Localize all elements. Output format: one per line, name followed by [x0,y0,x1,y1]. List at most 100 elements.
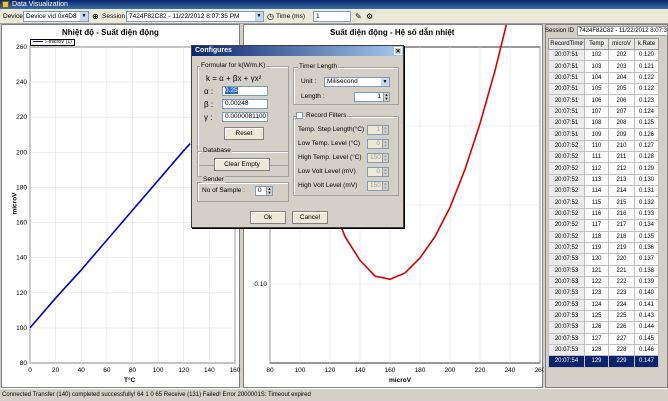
table-cell: 20:07:53 [548,264,585,277]
time-label: Time (ms) [276,13,306,20]
settings-icon[interactable]: ⚙ [366,11,373,22]
table-row[interactable]: 20:07:51 108 208 0.125 [548,117,659,130]
high-temp-value: 150 [370,154,381,161]
low-temp-label: Low Temp. Level (°C) [298,140,361,147]
edit-icon[interactable]: ✎ [355,11,362,22]
table-cell: 213 [608,173,635,187]
chevron-down-icon[interactable]: ▼ [381,78,389,86]
step-input[interactable]: 1 ▲ ▼ [367,125,389,135]
table-row[interactable]: 20:07:53 125 225 0.143 [548,309,659,323]
table-cell: 105 [584,83,609,96]
x-tick-label: 220 [475,367,486,374]
table-row[interactable]: 20:07:51 109 209 0.126 [548,128,659,141]
chevron-down-icon[interactable]: ▼ [80,12,88,21]
alpha-input[interactable]: 0.25 [222,86,268,96]
unit-select[interactable]: Milisecond ▼ [324,77,390,87]
table-row[interactable]: 20:07:52 117 217 0.134 [548,219,659,232]
length-value: 1 [377,93,381,100]
record-filters-checkbox[interactable] [296,112,303,119]
high-volt-input[interactable]: 150 ▲ ▼ [367,181,389,191]
no-sample-input[interactable]: 0 ▲ ▼ [255,186,273,196]
high-temp-input[interactable]: 150 ▲ ▼ [367,153,389,163]
session-select[interactable]: 7424F82C82 - 11/22/2012 8:07:35 PM ▼ [126,11,264,22]
table-row[interactable]: 20:07:51 106 206 0.123 [548,94,659,107]
table-row[interactable]: 20:07:52 118 218 0.135 [548,230,659,243]
low-volt-input[interactable]: 0 ▲ ▼ [367,167,389,177]
session-value: 7424F82C82 - 11/22/2012 8:07:35 PM [129,13,240,20]
sender-group-label: Sender [202,176,225,183]
x-tick-label: 100 [295,367,306,374]
session-id-value[interactable]: 7424F82C82 - 11/22/2012 8:07:35 [577,26,668,36]
table-cell: 122 [584,275,609,289]
table-cell: 20:07:53 [548,309,585,323]
table-cell: 0.122 [634,83,659,96]
beta-input[interactable]: 0.00248 [222,99,268,109]
table-row[interactable]: 20:07:53 126 226 0.144 [548,321,659,334]
table-row[interactable]: 20:07:53 120 220 0.137 [548,253,659,266]
table-row[interactable]: 20:07:52 119 219 0.136 [548,241,659,255]
table-row[interactable]: 20:07:52 113 213 0.130 [548,173,659,187]
table-cell: 20:07:53 [548,298,585,311]
table-row[interactable]: 20:07:52 116 216 0.133 [548,207,659,221]
spinner-icon[interactable]: ▲ ▼ [382,182,388,190]
reset-button[interactable]: Reset [224,127,264,140]
spinner-icon[interactable]: ▲ ▼ [382,140,388,148]
column-header[interactable]: microV [608,38,635,50]
table-row[interactable]: 20:07:53 122 222 0.139 [548,275,659,289]
table-cell: 116 [584,207,609,221]
chevron-down-icon[interactable]: ▼ [255,12,263,21]
column-header[interactable]: RecordTime [548,38,585,50]
table-cell: 0.145 [634,332,659,345]
table-cell: 20:07:53 [548,275,585,289]
table-row[interactable]: 20:07:53 121 221 0.138 [548,264,659,277]
pin-icon[interactable]: ⊕ [92,11,99,22]
high-temp-label: High Temp. Level (°C) [298,154,362,161]
spinner-icon[interactable]: ▲ ▼ [382,126,388,134]
table-row[interactable]: 20:07:52 110 210 0.127 [548,139,659,153]
cancel-button[interactable]: Cancel [292,211,328,224]
spinner-icon[interactable]: ▲ ▼ [266,187,272,195]
ok-button[interactable]: Ok [250,211,286,224]
table-cell: 125 [584,309,609,323]
spinner-icon[interactable]: ▲ ▼ [382,168,388,176]
table-row[interactable]: 20:07:52 114 214 0.131 [548,185,659,198]
table-row[interactable]: 20:07:52 115 215 0.132 [548,196,659,209]
x-tick-label: 160 [385,367,396,374]
table-row[interactable]: 20:07:54 129 229 0.147 [548,355,659,368]
table-row[interactable]: 20:07:52 112 212 0.129 [548,162,659,175]
x-tick-label: 140 [204,367,215,374]
close-icon[interactable]: ✕ [394,47,402,55]
table-cell: 0.147 [634,355,659,368]
table-row[interactable]: 20:07:53 128 228 0.146 [548,343,659,357]
column-header[interactable]: k.Rate [634,38,659,50]
formula-text: k = α + βx + γx² [206,74,262,83]
spinner-icon[interactable]: ▲ ▼ [383,93,389,101]
table-cell: 0.143 [634,309,659,323]
table-row[interactable]: 20:07:53 124 224 0.141 [548,298,659,311]
table-row[interactable]: 20:07:53 127 227 0.145 [548,332,659,345]
gamma-input[interactable]: 0.0000081100 [222,112,268,122]
table-cell: 129 [584,355,609,368]
x-tick-label: 120 [325,367,336,374]
table-row[interactable]: 20:07:51 105 205 0.122 [548,83,659,96]
length-input[interactable]: 1 ▲ ▼ [354,92,390,102]
table-cell: 0.141 [634,298,659,311]
table-row[interactable]: 20:07:53 123 223 0.140 [548,287,659,300]
database-group-label: Database [202,147,232,154]
time-input[interactable]: 1 [313,11,351,22]
device-label: Device [3,13,23,20]
low-temp-input[interactable]: 0 ▲ ▼ [367,139,389,149]
x-tick-label: 100 [153,367,164,374]
table-row[interactable]: 20:07:51 103 203 0.121 [548,60,659,73]
table-row[interactable]: 20:07:52 111 211 0.128 [548,151,659,164]
y-tick-label: 240 [16,79,27,86]
column-header[interactable]: Temp [584,38,609,50]
spinner-icon[interactable]: ▲ ▼ [382,154,388,162]
device-select[interactable]: Device vid 0x4D8 ▼ [23,11,89,22]
table-row[interactable]: 20:07:51 104 204 0.122 [548,71,659,85]
table-row[interactable]: 20:07:51 102 202 0.120 [548,48,659,62]
data-table[interactable]: RecordTime Temp microV k.Rate 20:07:51 102 20… [548,38,659,368]
clear-empty-button[interactable]: Clear Empty [214,158,270,171]
table-row[interactable]: 20:07:51 107 207 0.124 [548,105,659,119]
configures-dialog: Configures ✕ Formular for k(W/m.K) k = α… [191,45,404,228]
